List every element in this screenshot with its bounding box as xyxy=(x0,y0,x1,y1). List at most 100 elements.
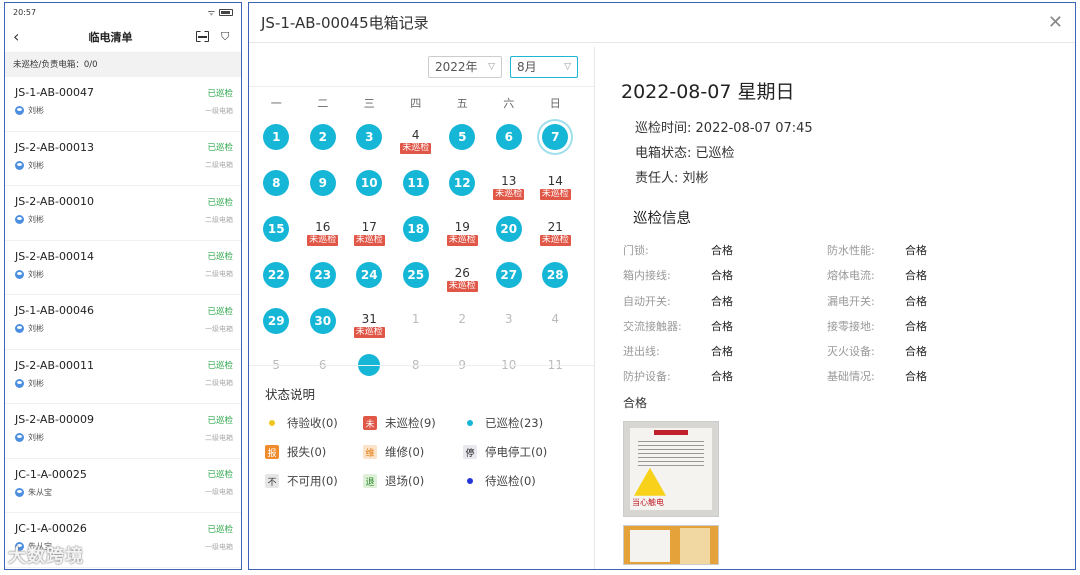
status-badge: 已巡检 xyxy=(207,415,233,426)
box-list: JS-1-AB-00047 已巡检 刘彬 一级电箱 JS-2-AB-00013 已巡检 刘彬… xyxy=(5,77,241,568)
day-checked-dot: 9 xyxy=(309,170,336,196)
list-item[interactable]: JS-2-AB-00011 已巡检 刘彬 二级电箱 xyxy=(5,350,241,404)
box-level: 一级电箱 xyxy=(205,542,233,551)
day-checked-dot: 24 xyxy=(356,262,383,288)
box-code: JS-2-AB-00013 xyxy=(15,140,94,154)
calendar-day[interactable]: 12 xyxy=(439,165,486,211)
check-label: 防护设备: xyxy=(623,370,671,384)
calendar-day[interactable]: 25 xyxy=(393,257,440,303)
weekday-label: 三 xyxy=(363,97,375,110)
dialog-title: JS-1-AB-00045电箱记录 xyxy=(261,14,429,32)
list-item[interactable]: JC-1-A-00025 已巡检 朱从宝 一级电箱 xyxy=(5,459,241,513)
list-item[interactable]: JS-1-AB-00047 已巡检刘彬 一级电箱 xyxy=(5,77,241,132)
calendar-day[interactable]: 2 xyxy=(300,119,347,165)
list-item[interactable]: JS-2-AB-00009 已巡检 刘彬 二级电箱 xyxy=(5,404,241,459)
calendar-day[interactable]: 3 xyxy=(346,119,393,165)
check-label: 交流接触器: xyxy=(623,319,682,333)
calendar-day[interactable]: 27 xyxy=(486,257,533,303)
dialog-header: JS-1-AB-00045电箱记录 ✕ xyxy=(249,3,1075,43)
person-name: 朱从宝 xyxy=(28,487,52,497)
calendar-day[interactable]: 6 xyxy=(486,119,533,165)
day-checked-dot: 22 xyxy=(263,262,290,288)
legend-label: 退场(0) xyxy=(385,474,425,488)
inspection-photo[interactable] xyxy=(623,524,719,565)
calendar-day[interactable]: 19 未巡检 xyxy=(439,211,486,257)
person: 刘彬 xyxy=(15,214,44,225)
calendar-day[interactable]: 17 未巡检 xyxy=(346,211,393,257)
year-select[interactable]: 2022年 ▽ xyxy=(428,55,502,78)
calendar-day[interactable]: 4 xyxy=(532,303,579,349)
filter-icon[interactable]: ⛉ xyxy=(221,30,233,43)
calendar-day[interactable]: 30 xyxy=(300,303,347,349)
calendar-day[interactable]: 9 xyxy=(300,165,347,211)
calendar-day[interactable]: 24 xyxy=(346,257,393,303)
day-checked-dot: 23 xyxy=(309,262,336,288)
list-item[interactable]: JS-2-AB-00013 已巡检 刘彬 二级电箱 xyxy=(5,132,241,186)
calendar-day[interactable]: 1 xyxy=(253,119,300,165)
legend-item: 停停电停工(0) xyxy=(463,444,583,460)
month-select[interactable]: 8月 ▽ xyxy=(510,55,578,78)
person-name: 刘彬 xyxy=(28,160,44,170)
back-icon[interactable]: ‹ xyxy=(13,27,25,46)
inspection-photo[interactable]: 当心触电 xyxy=(623,420,719,517)
calendar-day[interactable]: 2 xyxy=(439,303,486,349)
weekday-label: 六 xyxy=(503,97,515,110)
calendar-day[interactable]: 22 xyxy=(253,257,300,303)
box-code: JC-1-A-00026 xyxy=(15,522,87,535)
legend-label: 待验收(0) xyxy=(287,416,338,430)
calendar-week: 29 30 31 未巡检 1 2 3 4 xyxy=(253,303,594,349)
day-checked-dot: 28 xyxy=(542,262,569,288)
calendar-day[interactable]: 31 未巡检 xyxy=(346,303,393,349)
status-badge: 已巡检 xyxy=(207,88,233,99)
calendar-day[interactable]: 10 xyxy=(346,165,393,211)
legend-item: 不不可用(0) xyxy=(265,473,363,489)
list-item[interactable]: JS-2-AB-00014 已巡检 刘彬 二级电箱 xyxy=(5,241,241,295)
owner-value: 刘彬 xyxy=(682,171,709,186)
person: 刘彬 xyxy=(15,105,44,116)
unchecked-tag: 未巡检 xyxy=(307,235,339,246)
calendar-day[interactable]: 4 未巡检 xyxy=(393,119,440,165)
day-checked-dot: 18 xyxy=(402,216,429,242)
calendar-day[interactable]: 3 xyxy=(486,303,533,349)
calendar-day[interactable]: 23 xyxy=(300,257,347,303)
calendar-day[interactable]: 8 xyxy=(253,165,300,211)
calendar-day[interactable]: 1 xyxy=(393,303,440,349)
scan-icon[interactable] xyxy=(196,31,209,42)
calendar-day[interactable]: 20 xyxy=(486,211,533,257)
calendar-day[interactable]: 18 xyxy=(393,211,440,257)
legend-marker-icon: 不 xyxy=(265,474,279,488)
close-icon[interactable]: ✕ xyxy=(1048,12,1063,33)
calendar-day[interactable]: 11 xyxy=(393,165,440,211)
calendar-day[interactable]: 26 未巡检 xyxy=(439,257,486,303)
calendar-day[interactable]: 28 xyxy=(532,257,579,303)
calendar-day[interactable]: 29 xyxy=(253,303,300,349)
legend-item: 待巡检(0) xyxy=(463,473,583,489)
list-item[interactable]: JS-1-AB-00046 已巡检 刘彬 一级电箱 xyxy=(5,295,241,350)
weekday-label: 一 xyxy=(270,97,282,110)
calendar-day[interactable]: 16 未巡检 xyxy=(300,211,347,257)
day-checked-dot: 25 xyxy=(402,262,429,288)
person-name: 刘彬 xyxy=(28,324,44,333)
check-label: 自动开关: xyxy=(623,294,671,308)
day-checked-dot: 5 xyxy=(449,124,476,150)
box-code: JS-2-AB-00009 xyxy=(15,413,94,426)
status-legend: 状态说明 待验收(0) 未未巡检(9) 已巡检(23) 报报失(0) 维维修(0) 停停电… xyxy=(249,365,594,507)
check-label: 熔体电流: xyxy=(827,269,875,283)
unchecked-tag: 未巡检 xyxy=(353,235,385,246)
box-code: JS-2-AB-00010 xyxy=(15,195,94,208)
calendar-day[interactable]: 15 xyxy=(253,211,300,257)
user-icon xyxy=(15,269,24,279)
calendar-day[interactable]: 5 xyxy=(439,119,486,165)
day-number: 1 xyxy=(411,312,420,326)
calendar-day[interactable]: 14 未巡检 xyxy=(532,165,579,211)
calendar-day[interactable]: 21 未巡检 xyxy=(532,211,579,257)
day-number: 19 xyxy=(454,220,470,234)
box-level: 一级电箱 xyxy=(205,106,233,115)
calendar-day[interactable]: 7 xyxy=(532,119,579,165)
photo-sign-text: 当心触电 xyxy=(632,497,664,507)
user-icon xyxy=(15,433,24,442)
legend-label: 未巡检(9) xyxy=(385,416,436,430)
list-item[interactable]: JS-2-AB-00010 已巡检 刘彬 二级电箱 xyxy=(5,186,241,241)
calendar-day[interactable]: 13 未巡检 xyxy=(486,165,533,211)
box-code: JS-1-AB-00047 xyxy=(15,86,94,99)
